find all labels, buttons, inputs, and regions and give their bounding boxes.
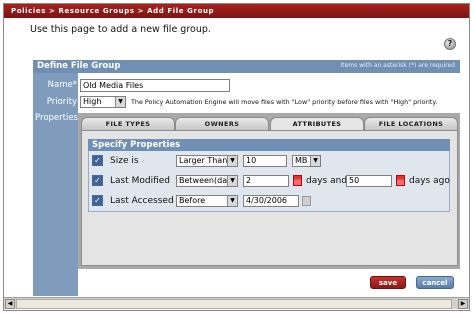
modified-suffix: days ago — [409, 176, 450, 186]
modified-operator-select[interactable]: Between(day ▼ — [176, 175, 238, 187]
section-title: Define File Group — [37, 61, 121, 71]
help-icon[interactable]: ? — [444, 38, 456, 50]
size-unit-value: MB — [295, 156, 308, 165]
tab-file-types[interactable]: FILE TYPES — [81, 117, 175, 130]
chevron-down-icon: ▼ — [227, 176, 237, 186]
chevron-down-icon: ▼ — [310, 156, 320, 166]
spinner-icon[interactable] — [293, 175, 302, 186]
tab-file-locations[interactable]: FILE LOCATIONS — [364, 117, 458, 130]
size-operator-select[interactable]: Larger Than ▼ — [176, 155, 238, 167]
size-checkbox[interactable]: ✓ — [92, 155, 103, 166]
modified-operator-value: Between(day — [179, 176, 232, 185]
size-value-input[interactable]: 10 — [243, 155, 287, 167]
priority-label: Priority — [46, 97, 77, 107]
calendar-icon[interactable] — [302, 196, 311, 206]
modified-label: Last Modified — [110, 176, 171, 186]
scrollbar-thumb[interactable] — [16, 299, 452, 309]
name-input[interactable] — [80, 79, 230, 92]
form-label-column — [33, 60, 78, 296]
required-note: Items with an asterisk (*) are required — [340, 62, 455, 69]
chevron-down-icon: ▼ — [115, 97, 125, 107]
modified-and-text: days and — [306, 176, 348, 186]
size-unit-select[interactable]: MB ▼ — [292, 155, 321, 167]
scroll-left-icon[interactable]: ◀ — [5, 299, 15, 309]
size-operator-value: Larger Than — [179, 156, 228, 165]
tab-attributes[interactable]: ATTRIBUTES — [270, 117, 364, 130]
accessed-checkbox[interactable]: ✓ — [92, 195, 103, 206]
accessed-operator-select[interactable]: Before ▼ — [176, 195, 238, 207]
accessed-date-input[interactable]: 4/30/2006 — [243, 195, 299, 207]
horizontal-scrollbar[interactable]: ◀ ▶ — [4, 297, 469, 309]
priority-select[interactable]: High ▼ — [80, 96, 126, 108]
accessed-operator-value: Before — [179, 196, 206, 205]
page-intro: Use this page to add a new file group. — [30, 24, 211, 35]
name-label: Name* — [47, 80, 77, 90]
specify-properties-title: Specify Properties — [88, 139, 450, 151]
modified-checkbox[interactable]: ✓ — [92, 175, 103, 186]
breadcrumb: Policies > Resource Groups > Add File Gr… — [4, 4, 469, 18]
accessed-label: Last Accessed — [110, 196, 174, 206]
chevron-down-icon: ▼ — [227, 196, 237, 206]
priority-note: The Policy Automation Engine will move f… — [131, 98, 438, 106]
modified-to-input[interactable]: 50 — [346, 175, 392, 187]
save-button[interactable]: save — [370, 276, 406, 289]
cancel-button[interactable]: cancel — [416, 276, 454, 289]
size-label: Size is — [110, 156, 139, 166]
properties-label: Properties — [35, 113, 78, 123]
chevron-down-icon: ▼ — [227, 156, 237, 166]
spinner-icon[interactable] — [396, 175, 405, 186]
tab-owners[interactable]: OWNERS — [175, 117, 269, 130]
modified-from-input[interactable]: 2 — [243, 175, 289, 187]
section-header: Define File Group Items with an asterisk… — [33, 60, 460, 73]
scroll-right-icon[interactable]: ▶ — [458, 299, 468, 309]
priority-value: High — [83, 97, 102, 106]
